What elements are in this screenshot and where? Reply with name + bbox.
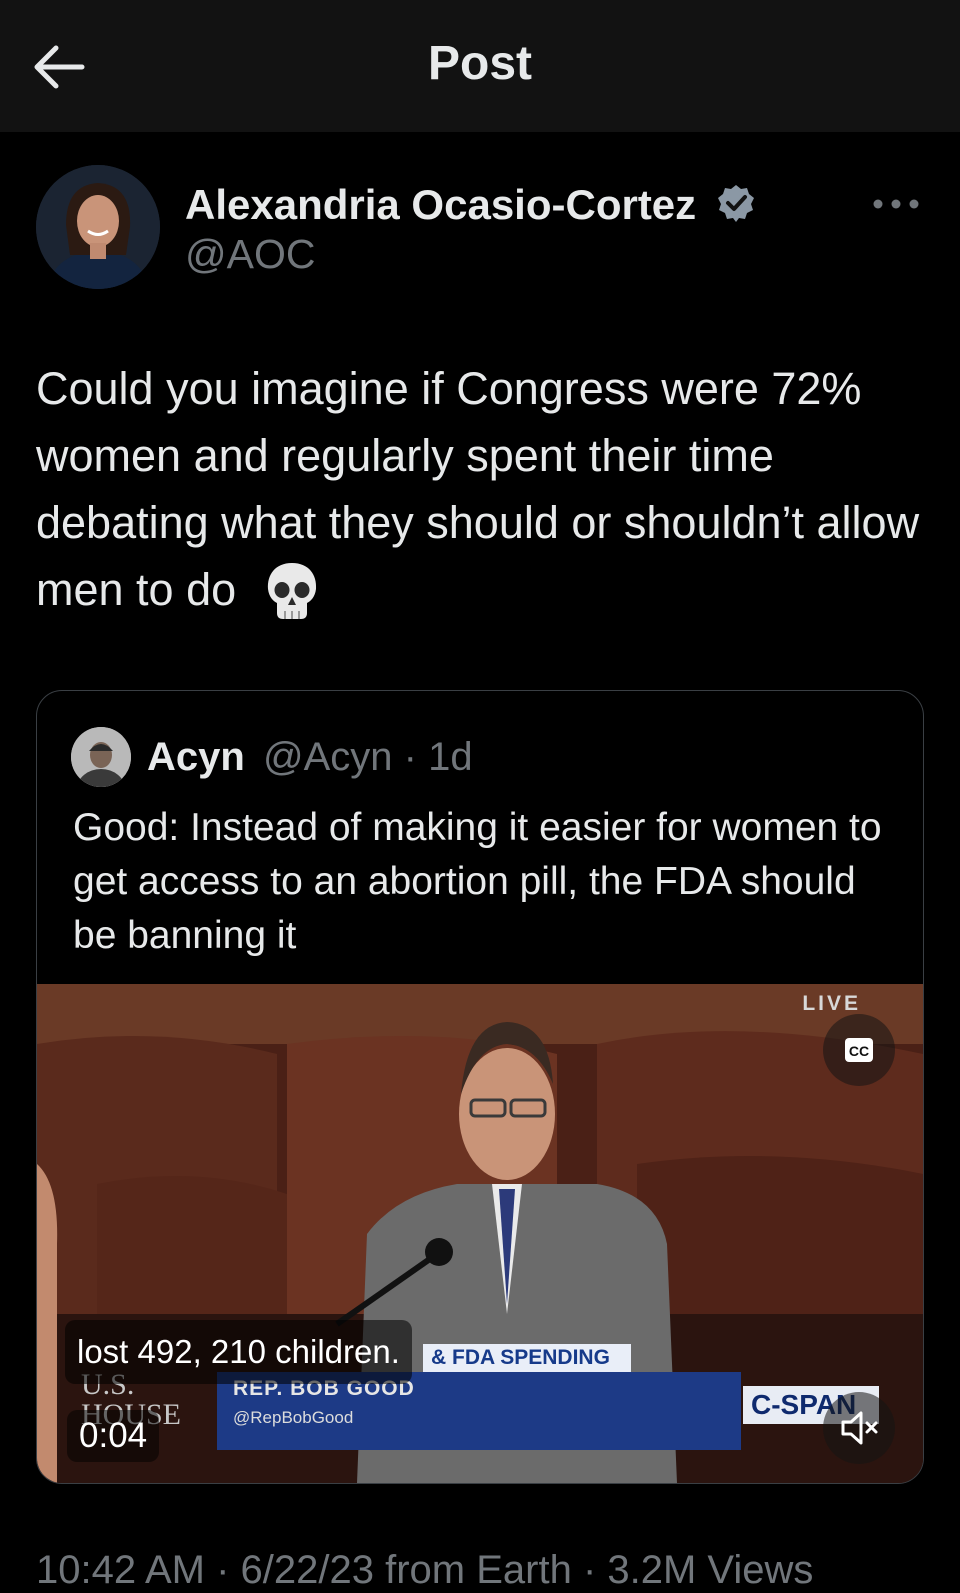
post-text-content: Could you imagine if Congress were 72% w… [36,363,920,615]
post-timestamp: 10:42 AM · 6/22/23 from Earth · 3.2M Vie… [36,1548,814,1592]
more-options-icon[interactable] [866,189,926,219]
quoted-author-name[interactable]: Acyn [147,735,245,780]
page-title: Post [427,37,532,90]
cc-text: CC [849,1043,869,1059]
more-options-icon-svg [873,199,919,209]
author-name-text: Alexandria Ocasio-Cortez [185,181,697,228]
quoted-author-avatar[interactable] [71,727,131,787]
quoted-author-avatar-image [71,727,131,787]
author-name[interactable]: Alexandria Ocasio-Cortez [185,181,756,229]
closed-captions-icon: CC [845,1038,873,1062]
quoted-post-text: Good: Instead of making it easier for wo… [73,806,882,957]
quoted-post[interactable]: Acyn @Acyn · 1d Good: Instead of making … [36,690,924,1484]
author-avatar-image [36,165,160,289]
mute-button[interactable] [823,1392,895,1464]
verified-badge-icon [717,185,754,222]
top-bar: Post [0,0,960,132]
post-text: Could you imagine if Congress were 72% w… [36,355,926,623]
speaker-handle: @RepBobGood [233,1408,354,1427]
video-time: 0:04 [67,1410,160,1462]
video-player[interactable]: LIVE CC U.S. HOUSE & FDA SPENDING REP. B… [37,984,923,1483]
video-caption: lost 492, 210 children. [65,1320,412,1384]
topic-banner: & FDA SPENDING [423,1344,631,1372]
speaker-muted-icon [841,1411,878,1445]
live-label: LIVE [802,992,861,1015]
author-avatar[interactable] [36,165,160,289]
author-handle[interactable]: @AOC [185,231,315,278]
skull-emoji-icon [267,563,316,619]
quoted-author-meta: @Acyn · 1d [263,735,473,779]
post-author: Alexandria Ocasio-Cortez @AOC [36,165,926,295]
closed-captions-button[interactable]: CC [823,1014,895,1086]
